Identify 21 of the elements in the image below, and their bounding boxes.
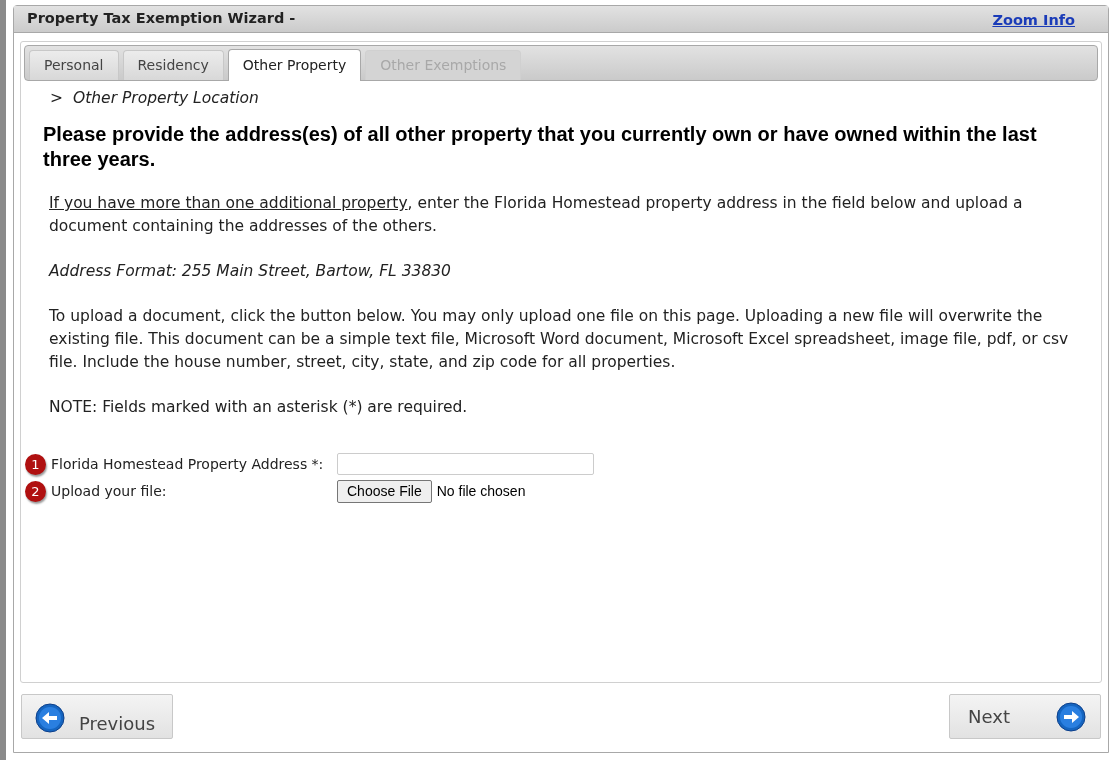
address-input[interactable] [337, 453, 594, 476]
previous-button[interactable]: Previous [21, 694, 173, 739]
tab[interactable]: Residency [122, 50, 224, 80]
instruction-paragraph: To upload a document, click the button below. You may only upload one file on this page. Uploading a new file will overwrite the existing file. This document can be a simple text file, Microsoft Word document, Microsoft Excel spreadsheet, image file, pdf, or csv file. Include the house number, street, city, state, and zip code for all properties. [48, 306, 1070, 374]
next-button[interactable]: Next [949, 694, 1101, 739]
step-badge: 1 [25, 453, 46, 475]
instruction-paragraph: If you have more than one additional property, enter the Florida Homestead property address in the field below and upload a document containing the addresses of the others. [48, 193, 1024, 238]
tab[interactable]: Other Property [227, 49, 362, 81]
breadcrumb-text: Other Property Location [73, 88, 259, 109]
instruction-paragraph: NOTE: Fields marked with an asterisk (*) are required. [48, 397, 469, 419]
zoom-info-link[interactable]: Zoom Info [992, 9, 1075, 32]
choose-file-button[interactable]: Choose File [337, 479, 432, 503]
tab[interactable]: Personal [29, 50, 119, 80]
page-heading: Please provide the address(es) of all other property that you currently own or have owned within the last three years. [42, 122, 1038, 173]
address-format-text: Address Format: 255 Main Street, Bartow, FL 33830 [47, 261, 452, 283]
breadcrumb-marker: > [50, 88, 63, 109]
field-label: Florida Homestead Property Address *: [51, 454, 325, 474]
window-title: Property Tax Exemption Wizard - [27, 9, 296, 29]
file-status-text: No file chosen [436, 481, 526, 501]
field-label: Upload your file: [51, 481, 168, 501]
step-badge: 2 [25, 480, 46, 502]
